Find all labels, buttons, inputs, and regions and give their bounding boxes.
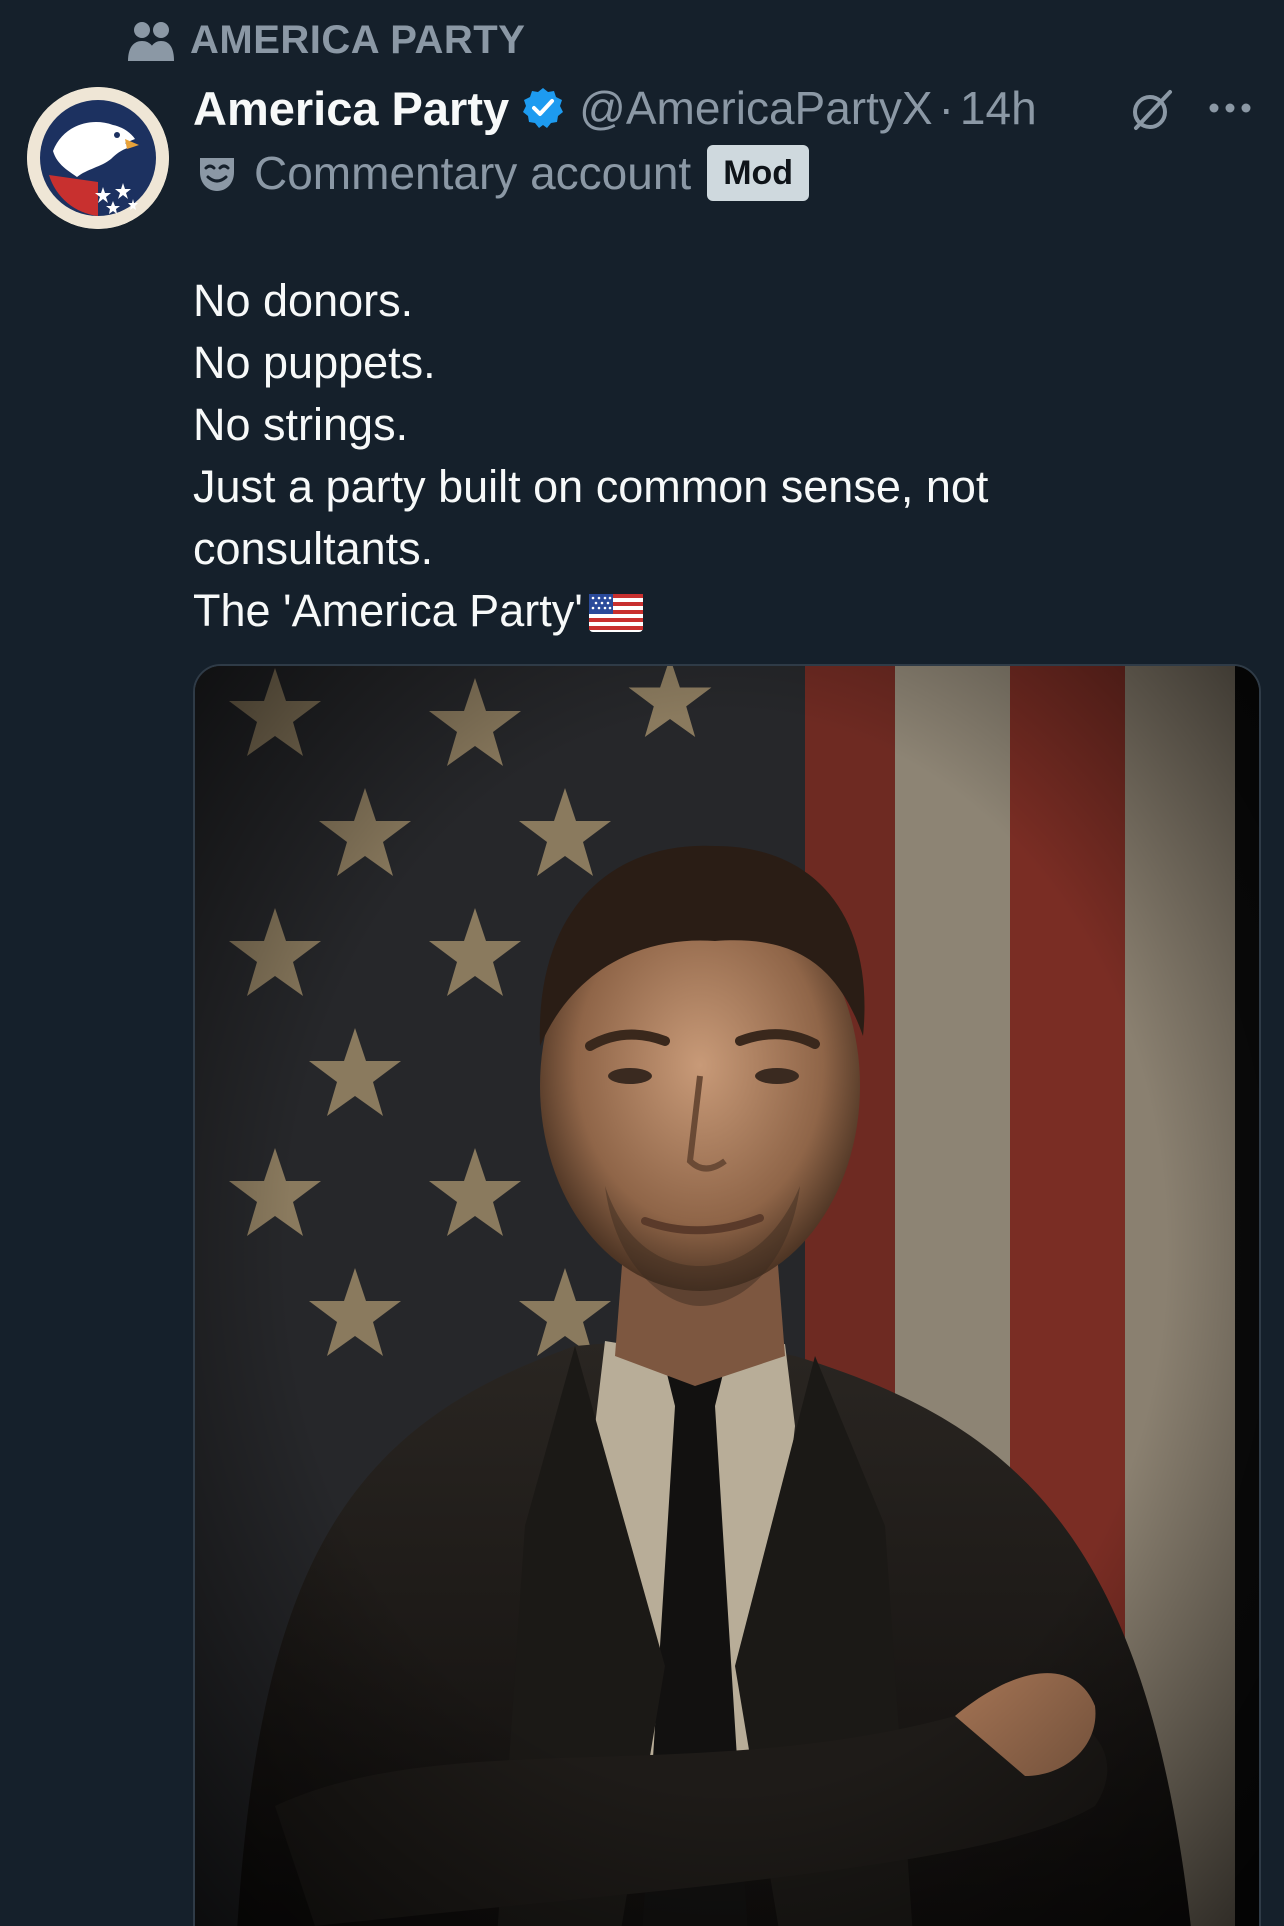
post: AMERICA PARTY America Party @AmericaPart…	[0, 0, 1284, 1926]
tweet-line: No puppets.	[193, 337, 436, 388]
post-header: America Party @AmericaPartyX · 14h	[193, 78, 1037, 138]
separator-dot: ·	[938, 82, 954, 134]
community-name[interactable]: AMERICA PARTY	[190, 18, 525, 63]
tweet-text: No donors. No puppets. No strings. Just …	[193, 270, 1093, 642]
commentary-mask-icon	[200, 158, 234, 191]
more-icon[interactable]	[1206, 92, 1254, 124]
tweet-line-last: The 'America Party'	[193, 580, 1093, 642]
account-label-row: Commentary account Mod	[196, 144, 810, 202]
timestamp[interactable]: 14h	[960, 81, 1037, 135]
tweet-line: No strings.	[193, 399, 409, 450]
verified-badge-icon[interactable]	[521, 86, 565, 130]
people-icon	[128, 21, 174, 61]
avatar[interactable]	[27, 87, 169, 229]
portrait-photo	[195, 666, 1259, 1926]
tweet-line: consultants.	[193, 523, 434, 574]
eagle-logo-icon	[27, 87, 169, 229]
community-header[interactable]: AMERICA PARTY	[126, 18, 525, 63]
tweet-line: Just a party built on common sense, not	[193, 461, 989, 512]
account-label: Commentary account	[254, 147, 692, 199]
post-media-image[interactable]	[193, 664, 1261, 1926]
us-flag-emoji	[588, 594, 643, 632]
handle[interactable]: @AmericaPartyX	[579, 81, 932, 135]
grok-icon[interactable]	[1128, 86, 1176, 134]
mod-badge: Mod	[707, 145, 810, 201]
display-name[interactable]: America Party	[193, 81, 509, 136]
tweet-line: No donors.	[193, 275, 414, 326]
tweet-line: The 'America Party'	[193, 585, 583, 636]
